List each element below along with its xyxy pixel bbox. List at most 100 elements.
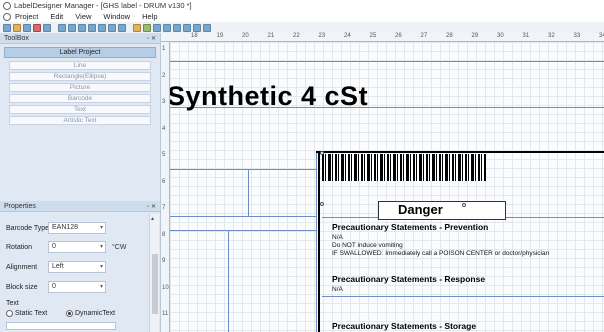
barcode[interactable] (322, 154, 486, 181)
tool-rectangle[interactable]: Rectangle(Ellipse) (9, 72, 151, 81)
ruler-tick-label: 29 (471, 33, 479, 39)
frame-line (316, 151, 604, 153)
menu-bar: Project Edit View Window Help (0, 11, 604, 22)
ruler-tick-label: 7 (162, 205, 166, 211)
panel-controls-icon[interactable]: ▫ ✕ (147, 203, 156, 210)
menu-edit[interactable]: Edit (50, 12, 63, 21)
window-title: LabelDesigner Manager - [GHS label - DRU… (14, 1, 192, 10)
tool-text[interactable]: Text (9, 105, 151, 114)
ruler-tick-label: 11 (162, 311, 169, 317)
barcode-type-select[interactable]: EAN128 ▾ (48, 222, 106, 234)
document-icon[interactable] (3, 12, 11, 21)
panel-controls-icon[interactable]: ▫ ✕ (147, 35, 156, 42)
toolbox-title: ToolBox (4, 34, 29, 42)
tool-picture[interactable]: Picture (9, 83, 151, 92)
scrollbar-thumb[interactable] (152, 254, 158, 314)
menu-project[interactable]: Project (15, 12, 38, 21)
properties-header: Properties ▫ ✕ (0, 201, 160, 212)
response-title: Precautionary Statements - Response (332, 274, 486, 284)
toolbox-panel: ToolBox ▫ ✕ Label Project Line Rectangle… (0, 33, 161, 201)
guide-line (316, 151, 317, 332)
zoom-out-icon[interactable] (68, 23, 76, 32)
guide-line (228, 230, 229, 332)
ruler-tick-label: 9 (162, 258, 166, 264)
paste-icon[interactable] (98, 23, 106, 32)
menu-window[interactable]: Window (103, 12, 130, 21)
label-canvas[interactable]: Synthetic 4 cSt Danger Precautionary Sta… (170, 42, 604, 332)
guide-line (248, 169, 249, 216)
toolbar-separator (53, 24, 56, 32)
block-size-label: Block size (6, 284, 38, 291)
selection-handle[interactable] (320, 202, 324, 206)
toolbox-header: ToolBox ▫ ✕ (0, 33, 160, 44)
rotation-select[interactable]: 0 ▾ (48, 241, 106, 253)
preview-icon[interactable] (143, 23, 151, 32)
guide-line (170, 230, 316, 231)
ruler-tick-label: 5 (162, 152, 166, 158)
menu-help[interactable]: Help (142, 12, 157, 21)
chevron-down-icon: ▾ (99, 225, 103, 231)
text-label: Text (6, 300, 19, 307)
rotation-label: Rotation (6, 244, 33, 251)
align-center-icon[interactable] (163, 23, 171, 32)
copy-icon[interactable] (88, 23, 96, 32)
table-icon[interactable] (193, 23, 201, 32)
guide-line (322, 296, 604, 297)
ruler-tick-label: 3 (162, 99, 166, 105)
ruler-tick-label: 10 (162, 284, 169, 291)
alignment-label: Alignment (6, 264, 38, 271)
properties-title: Properties (4, 202, 36, 210)
rotation-value: 0 (52, 243, 56, 250)
radio-icon (6, 310, 13, 317)
signal-word-text[interactable]: Danger (398, 202, 443, 217)
prevention-line: IF SWALLOWED: Immediately call a POISON … (332, 250, 550, 257)
dynamic-text-radio[interactable]: DynamicText (66, 310, 115, 317)
ruler-tick-label: 30 (497, 33, 504, 39)
delete-icon[interactable] (33, 23, 41, 32)
scroll-up-icon[interactable]: ▴ (151, 215, 154, 222)
prevention-line: N/A (332, 234, 343, 241)
ruler-tick-label: 20 (242, 33, 249, 39)
response-line: N/A (332, 286, 343, 293)
ruler-tick-label: 34 (599, 33, 604, 39)
ruler-tick-label: 28 (446, 33, 453, 39)
align-right-icon[interactable] (173, 23, 181, 32)
align-left-icon[interactable] (153, 23, 161, 32)
vertical-ruler: 1 2 3 4 5 6 7 8 9 10 11 (161, 42, 170, 332)
product-name-text[interactable]: Synthetic 4 cSt (170, 81, 368, 112)
horizontal-ruler: 18 19 20 21 22 23 24 25 26 27 28 29 30 31 32 33 34 (161, 33, 604, 42)
chevron-down-icon: ▾ (99, 244, 103, 250)
storage-title: Precautionary Statements - Storage (332, 321, 477, 331)
selection-handle[interactable] (320, 151, 324, 155)
ruler-tick-label: 21 (267, 33, 275, 39)
frame-line (318, 151, 320, 332)
tool-barcode[interactable]: Barcode (9, 94, 151, 103)
print-icon[interactable] (133, 23, 141, 32)
block-size-input[interactable]: 0 ▾ (48, 281, 106, 293)
alignment-value: Left (52, 263, 64, 270)
redo-icon[interactable] (118, 23, 126, 32)
zoom-in-icon[interactable] (58, 23, 66, 32)
open-icon[interactable] (13, 23, 21, 32)
chevron-down-icon: ▾ (99, 264, 103, 270)
static-text-label: Static Text (15, 310, 48, 317)
alignment-select[interactable]: Left ▾ (48, 261, 106, 273)
cut-icon[interactable] (78, 23, 86, 32)
menu-view[interactable]: View (75, 12, 91, 21)
undo-icon[interactable] (108, 23, 116, 32)
dynamic-text-input[interactable] (6, 322, 116, 330)
edit-icon[interactable] (43, 23, 51, 32)
layout-icon[interactable] (203, 23, 211, 32)
rotation-unit: °CW (112, 244, 127, 251)
toolbox-section-title[interactable]: Label Project (4, 47, 156, 58)
static-text-radio[interactable]: Static Text (6, 310, 47, 317)
selection-handle[interactable] (462, 203, 466, 207)
properties-scrollbar[interactable]: ▴ (149, 214, 159, 332)
ruler-tick-label: 27 (420, 33, 428, 39)
grid-icon[interactable] (183, 23, 191, 32)
tool-artistic-text[interactable]: Artistic Text (9, 116, 151, 125)
toolbar (0, 22, 604, 33)
new-icon[interactable] (3, 23, 11, 32)
save-icon[interactable] (23, 23, 31, 32)
tool-line[interactable]: Line (9, 61, 151, 70)
